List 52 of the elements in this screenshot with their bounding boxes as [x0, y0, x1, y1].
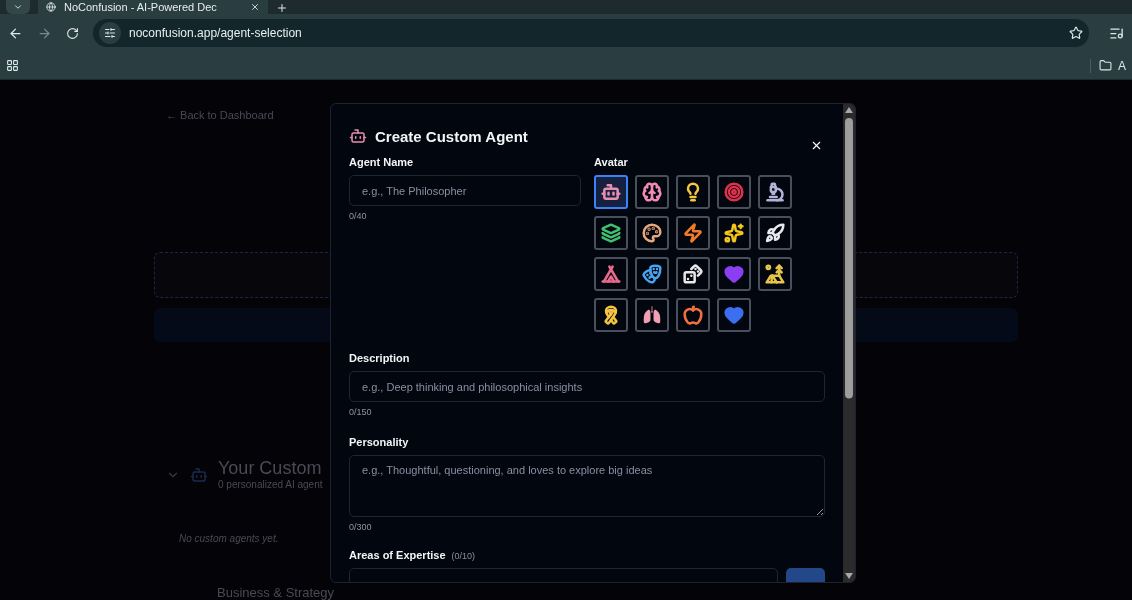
avatar-option[interactable]: [594, 175, 628, 209]
avatar-option[interactable]: [635, 216, 669, 250]
avatar-option[interactable]: [676, 257, 710, 291]
avatar-option[interactable]: [758, 175, 792, 209]
address-bar[interactable]: noconfusion.app/agent-selection: [93, 19, 1089, 47]
avatar-option[interactable]: [717, 216, 751, 250]
folder-icon[interactable]: [1099, 59, 1112, 72]
section-title: Business & Strategy: [217, 586, 335, 600]
avatar-option[interactable]: [635, 298, 669, 332]
avatar-option[interactable]: [635, 175, 669, 209]
site-settings-icon[interactable]: [99, 22, 121, 44]
field-label: Agent Name: [349, 156, 415, 169]
avatar-option[interactable]: [676, 175, 710, 209]
robot-icon: [190, 465, 208, 484]
browser-tab[interactable]: NoConfusion - AI-Powered Dec: [38, 0, 268, 14]
scrollbar[interactable]: [843, 104, 855, 582]
text-area[interactable]: e.g., Thoughtful, questioning, and loves to explore big ideas: [349, 455, 825, 517]
avatar-option[interactable]: [594, 298, 628, 332]
forward-icon[interactable]: [37, 25, 52, 41]
avatar-option[interactable]: [635, 257, 669, 291]
bookmark-folder-label[interactable]: A: [1118, 58, 1126, 73]
tab-list-button[interactable]: [6, 0, 30, 14]
chevron-icon: [13, 2, 23, 12]
close-icon[interactable]: [250, 2, 260, 12]
character-counter: 0/300: [349, 522, 373, 533]
site-icon: [46, 2, 56, 12]
avatar-option[interactable]: [758, 257, 792, 291]
empty-message: No custom agents yet.: [179, 533, 279, 545]
expertise-count: (0/10): [451, 551, 476, 561]
input-field[interactable]: e.g., Deep thinking and philosophical insights: [349, 371, 825, 402]
character-counter: 0/40: [349, 211, 368, 222]
section-title: Your Custom: [218, 458, 323, 479]
field-label: Avatar: [594, 156, 629, 169]
section-subtitle: 0 personalized AI agent: [218, 479, 323, 491]
avatar-option[interactable]: [594, 216, 628, 250]
field-label: Areas of Expertise: [349, 549, 446, 562]
field-label: Description: [349, 352, 411, 365]
avatar-option[interactable]: [758, 216, 792, 250]
field-label: Personality: [349, 436, 410, 449]
input-field[interactable]: e.g., The Philosopher: [349, 175, 581, 206]
avatar-option[interactable]: [594, 257, 628, 291]
robot-icon: [349, 127, 367, 145]
bookmark-star-icon[interactable]: [1069, 26, 1083, 40]
media-icon[interactable]: [1109, 25, 1124, 41]
reload-icon[interactable]: [66, 26, 79, 40]
character-counter: 0/150: [349, 407, 373, 418]
apps-icon[interactable]: [6, 59, 19, 72]
avatar-option[interactable]: [676, 298, 710, 332]
dialog-title: Create Custom Agent: [375, 127, 529, 145]
new-tab-icon[interactable]: [276, 2, 288, 14]
back-icon[interactable]: [8, 25, 23, 41]
avatar-option[interactable]: [676, 216, 710, 250]
